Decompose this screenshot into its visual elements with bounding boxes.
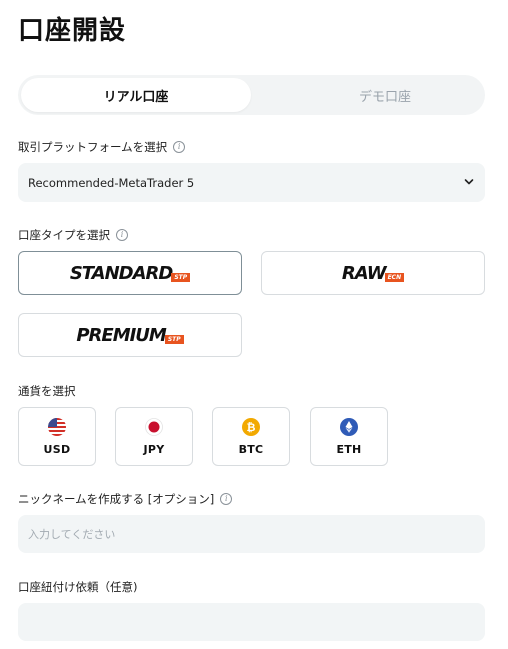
currency-code: ETH [336,442,362,456]
account-type-label: 口座タイプを選択 i [18,227,128,243]
currency-option-usd[interactable]: USD [18,407,96,466]
account-link-label: 口座紐付け依頼（任意) [18,579,138,595]
account-link-input[interactable] [18,603,485,641]
currency-code: JPY [143,442,165,456]
platform-label: 取引プラットフォームを選択 i [18,139,186,155]
info-icon[interactable]: i [116,229,128,241]
us-flag-icon [48,417,66,436]
svg-text:₿: ₿ [247,421,256,434]
ethereum-icon [340,417,358,436]
currency-label-text: 通貨を選択 [18,384,76,398]
bitcoin-icon: ₿ [242,417,260,436]
nickname-label: ニックネームを作成する [オプション] i [18,491,233,507]
account-link-label-text: 口座紐付け依頼（任意) [18,580,138,594]
tab-live-account[interactable]: リアル口座 [21,78,251,112]
info-icon[interactable]: i [220,493,233,505]
currency-code: BTC [238,442,264,456]
standard-logo: STANDARD STP [69,262,191,284]
premium-logo-text: PREMIUM [76,324,166,346]
currency-option-jpy[interactable]: JPY [115,407,193,466]
currency-option-eth[interactable]: ETH [310,407,388,466]
currency-option-btc[interactable]: ₿ BTC [212,407,290,466]
platform-selected-value: Recommended-MetaTrader 5 [28,175,195,190]
premium-logo: PREMIUM STP [76,324,184,346]
raw-logo-text: RAW [341,262,387,284]
currency-label: 通貨を選択 [18,383,76,399]
account-type-label-text: 口座タイプを選択 [18,228,110,242]
nickname-label-text: ニックネームを作成する [オプション] [18,492,215,506]
japan-flag-icon [145,417,163,436]
account-type-toggle: リアル口座 デモ口座 [18,75,485,115]
standard-logo-text: STANDARD [69,262,174,284]
raw-badge: ECN [384,272,405,282]
nickname-input[interactable] [18,515,485,553]
platform-select[interactable]: Recommended-MetaTrader 5 [18,163,485,202]
tab-demo-account[interactable]: デモ口座 [270,78,500,112]
account-type-premium[interactable]: PREMIUM STP [18,313,242,357]
page-title: 口座開設 [18,16,127,46]
chevron-down-icon [464,179,474,185]
premium-badge: STP [164,334,184,344]
raw-logo: RAW ECN [341,262,405,284]
standard-badge: STP [171,272,191,282]
info-icon[interactable]: i [173,141,186,153]
currency-code: USD [43,442,71,456]
platform-label-text: 取引プラットフォームを選択 [18,140,168,154]
account-type-standard[interactable]: STANDARD STP [18,251,242,295]
account-type-raw[interactable]: RAW ECN [261,251,485,295]
